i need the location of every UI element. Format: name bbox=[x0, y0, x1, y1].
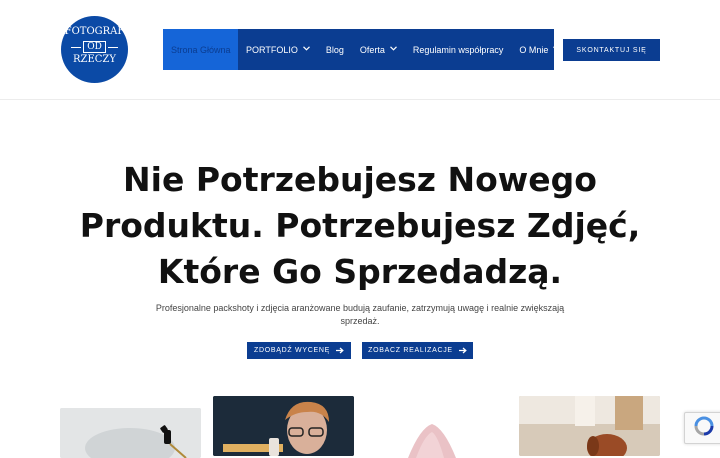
arrow-right-icon bbox=[458, 346, 467, 356]
arrow-right-icon bbox=[335, 346, 344, 356]
hero-title-line-2: Produktu. Potrzebujesz Zdjęć, bbox=[79, 206, 641, 245]
portfolio-image-dropper-bottle[interactable] bbox=[60, 408, 201, 458]
hero-title-line-3: Które Go Sprzedadzą. bbox=[157, 252, 563, 291]
recaptcha-badge[interactable] bbox=[684, 412, 720, 444]
get-quote-button[interactable]: ZDOBĄDŹ WYCENĘ bbox=[247, 342, 351, 359]
nav-item-about[interactable]: O Mnie bbox=[511, 29, 568, 70]
nav-item-label: Blog bbox=[325, 44, 344, 55]
site-logo[interactable]: FOTOGRAF OD RZECZY bbox=[61, 16, 128, 83]
view-portfolio-button[interactable]: ZOBACZ REALIZACJE bbox=[362, 342, 473, 359]
chevron-down-icon bbox=[302, 46, 310, 53]
nav-item-label: O Mnie bbox=[519, 44, 549, 55]
nav-item-terms[interactable]: Regulamin współpracy bbox=[405, 29, 512, 70]
portfolio-image-portrait[interactable] bbox=[213, 396, 354, 456]
logo-divider-right bbox=[108, 47, 118, 48]
logo-line-1: FOTOGRAF bbox=[64, 26, 125, 37]
portfolio-image-sponge[interactable] bbox=[366, 408, 507, 458]
logo-line-3: RZECZY bbox=[73, 54, 116, 65]
nav-item-label: PORTFOLIO bbox=[246, 44, 298, 55]
recaptcha-icon bbox=[694, 416, 714, 440]
hero-title: Nie Potrzebujesz Nowego Produktu. Potrze… bbox=[60, 157, 660, 295]
nav-item-portfolio[interactable]: PORTFOLIO bbox=[238, 29, 318, 70]
nav-item-label: Regulamin współpracy bbox=[412, 44, 504, 55]
nav-item-label: Oferta bbox=[359, 44, 385, 55]
main-nav: Strona Główna PORTFOLIO Blog Oferta Regu… bbox=[163, 29, 561, 70]
get-quote-label: ZDOBĄDŹ WYCENĘ bbox=[254, 347, 330, 354]
view-portfolio-label: ZOBACZ REALIZACJE bbox=[368, 347, 453, 354]
hero-subtitle: Profesjonalne packshoty i zdjęcia aranżo… bbox=[155, 303, 565, 326]
portfolio-image-dog[interactable] bbox=[519, 396, 660, 456]
logo-divider-left bbox=[71, 47, 81, 48]
site-header: FOTOGRAF OD RZECZY Strona Główna PORTFOL… bbox=[0, 0, 720, 100]
chevron-down-icon bbox=[553, 46, 561, 53]
hero-title-line-1: Nie Potrzebujesz Nowego bbox=[123, 160, 597, 199]
nav-item-blog[interactable]: Blog bbox=[318, 29, 352, 70]
nav-item-offer[interactable]: Oferta bbox=[352, 29, 405, 70]
logo-line-2: OD bbox=[83, 41, 106, 53]
contact-button[interactable]: SKONTAKTUJ SIĘ bbox=[563, 39, 660, 61]
nav-item-home[interactable]: Strona Główna bbox=[163, 29, 238, 70]
chevron-down-icon bbox=[389, 46, 397, 53]
nav-item-label: Strona Główna bbox=[171, 44, 231, 55]
